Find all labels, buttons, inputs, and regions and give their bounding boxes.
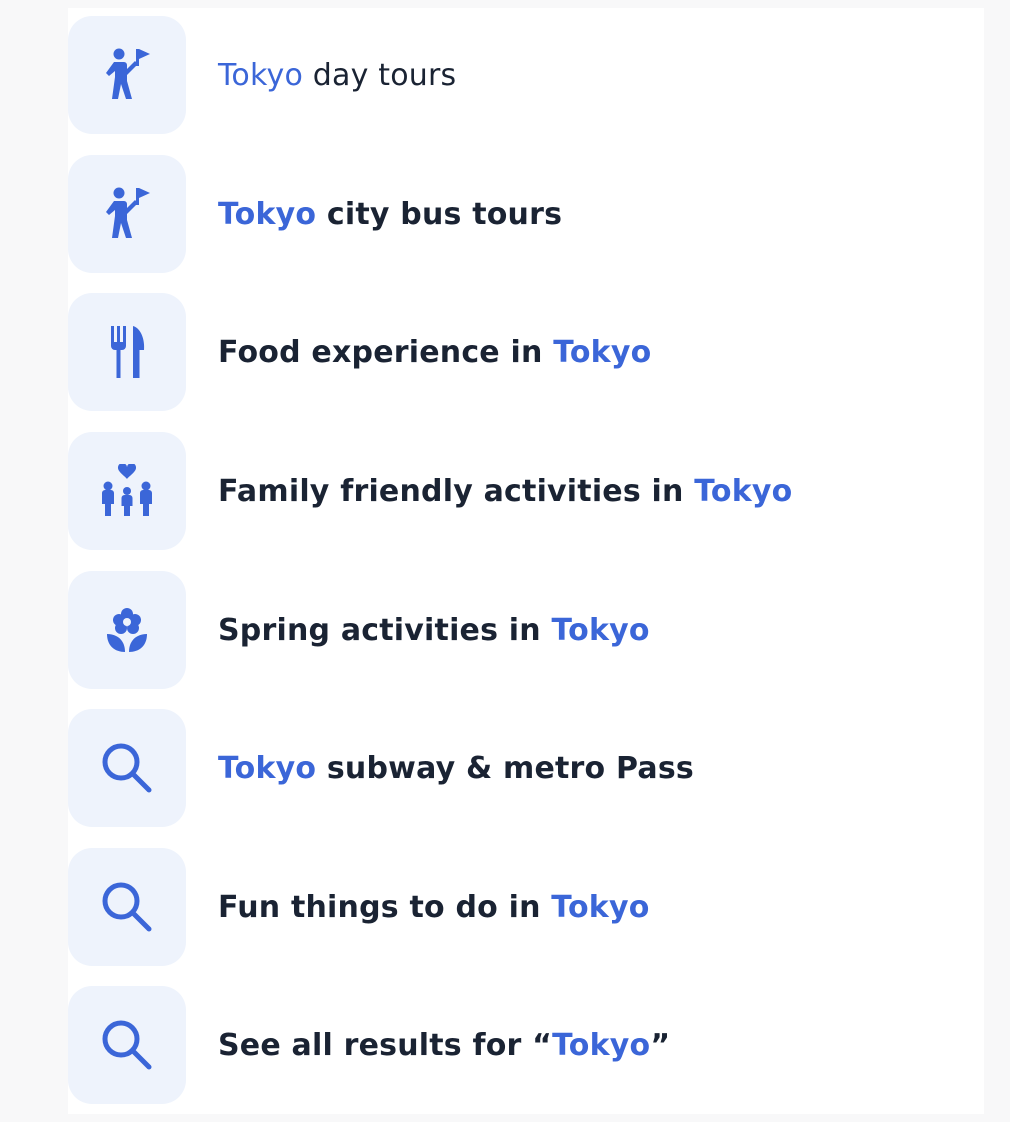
suggestion-family-friendly[interactable]: Family friendly activities in Tokyo <box>68 432 984 550</box>
fork-knife-icon <box>111 326 145 378</box>
suggestion-icon-tile <box>68 848 186 966</box>
suggestion-tokyo-city-bus-tours[interactable]: Tokyo city bus tours <box>68 155 984 273</box>
suggestion-icon-tile <box>68 709 186 827</box>
suggestion-label: Spring activities in Tokyo <box>218 612 650 648</box>
suggestion-label: Tokyo city bus tours <box>218 196 563 232</box>
suggestion-label: Tokyo subway & metro Pass <box>218 750 694 786</box>
query-highlight: Tokyo <box>553 334 652 370</box>
family-heart-icon <box>102 464 152 516</box>
suggestion-food-experience[interactable]: Food experience in Tokyo <box>68 293 984 411</box>
suggestion-label: Fun things to do in Tokyo <box>218 889 650 925</box>
suggestion-icon-tile <box>68 432 186 550</box>
suggestion-spring-activities[interactable]: Spring activities in Tokyo <box>68 571 984 689</box>
search-suggestions-panel: Tokyo day tours Tokyo city bus tours Foo… <box>68 8 984 1114</box>
query-highlight: Tokyo <box>218 196 317 232</box>
suggestion-icon-tile <box>68 155 186 273</box>
suggestion-see-all-results[interactable]: See all results for “Tokyo” <box>68 986 984 1104</box>
suggestion-fun-things-to-do[interactable]: Fun things to do in Tokyo <box>68 848 984 966</box>
search-icon <box>102 743 152 793</box>
query-highlight: Tokyo <box>552 1027 651 1063</box>
suggestion-icon-tile <box>68 293 186 411</box>
search-icon <box>102 882 152 932</box>
suggestion-label: Tokyo day tours <box>218 57 457 93</box>
query-highlight: Tokyo <box>551 612 650 648</box>
flower-icon <box>107 608 147 652</box>
search-icon <box>102 1020 152 1070</box>
suggestion-label: Food experience in Tokyo <box>218 334 652 370</box>
suggestion-tokyo-day-tours[interactable]: Tokyo day tours <box>68 16 984 134</box>
query-highlight: Tokyo <box>551 889 650 925</box>
query-highlight: Tokyo <box>218 57 303 93</box>
query-highlight: Tokyo <box>218 750 317 786</box>
tour-guide-flag-icon <box>106 187 150 238</box>
suggestion-label: Family friendly activities in Tokyo <box>218 473 793 509</box>
suggestion-icon-tile <box>68 16 186 134</box>
suggestion-icon-tile <box>68 986 186 1104</box>
suggestion-icon-tile <box>68 571 186 689</box>
suggestion-subway-metro-pass[interactable]: Tokyo subway & metro Pass <box>68 709 984 827</box>
tour-guide-flag-icon <box>106 48 150 99</box>
query-highlight: Tokyo <box>694 473 793 509</box>
suggestion-label: See all results for “Tokyo” <box>218 1027 671 1063</box>
